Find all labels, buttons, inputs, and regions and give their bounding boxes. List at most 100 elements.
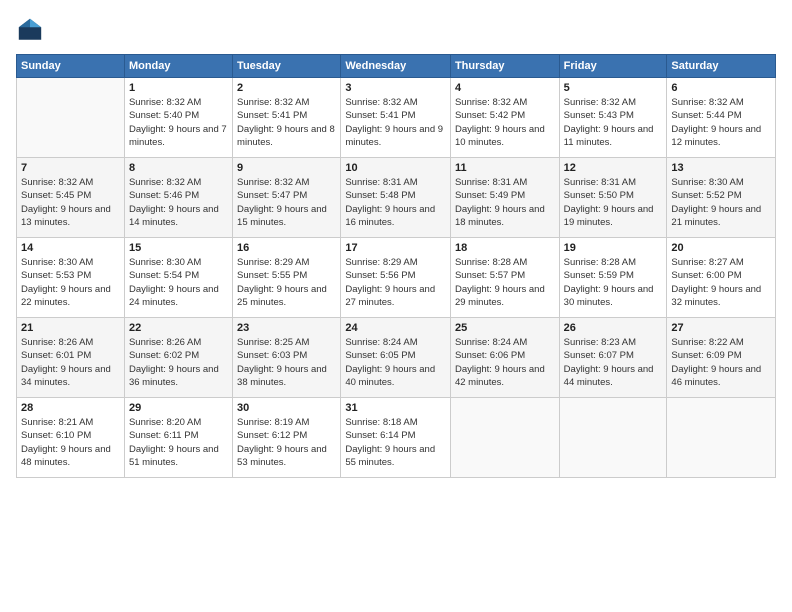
day-detail: Sunrise: 8:31 AMSunset: 5:49 PMDaylight:… [455,176,555,229]
week-row-4: 21 Sunrise: 8:26 AMSunset: 6:01 PMDayligh… [17,318,776,398]
page: SundayMondayTuesdayWednesdayThursdayFrid… [0,0,792,612]
weekday-header-saturday: Saturday [667,55,776,78]
calendar-cell: 4Sunrise: 8:32 AMSunset: 5:42 PMDaylight… [450,78,559,158]
day-number: 16 [237,242,336,254]
calendar-cell: 28 Sunrise: 8:21 AMSunset: 6:10 PMDayligh… [17,398,125,478]
day-detail: Sunrise: 8:27 AMSunset: 6:00 PMDaylight:… [671,256,771,309]
calendar-cell: 18 Sunrise: 8:28 AMSunset: 5:57 PMDayligh… [450,238,559,318]
day-detail: Sunrise: 8:31 AMSunset: 5:48 PMDaylight:… [345,176,446,229]
day-number: 18 [455,242,555,254]
calendar-cell: 5Sunrise: 8:32 AMSunset: 5:43 PMDaylight… [559,78,667,158]
day-number: 4 [455,82,555,94]
day-number: 8 [129,162,228,174]
day-number: 19 [564,242,663,254]
day-detail: Sunrise: 8:26 AMSunset: 6:02 PMDaylight:… [129,336,228,389]
day-number: 28 [21,402,120,414]
day-detail: Sunrise: 8:25 AMSunset: 6:03 PMDaylight:… [237,336,336,389]
calendar-cell: 8 Sunrise: 8:32 AMSunset: 5:46 PMDaylight… [124,158,232,238]
day-detail: Sunrise: 8:32 AMSunset: 5:40 PMDaylight:… [129,96,228,149]
calendar-cell: 29 Sunrise: 8:20 AMSunset: 6:11 PMDayligh… [124,398,232,478]
calendar-cell: 1 Sunrise: 8:32 AMSunset: 5:40 PMDaylight… [124,78,232,158]
day-detail: Sunrise: 8:24 AMSunset: 6:05 PMDaylight:… [345,336,446,389]
calendar-cell: 11 Sunrise: 8:31 AMSunset: 5:49 PMDayligh… [450,158,559,238]
day-number: 13 [671,162,771,174]
day-detail: Sunrise: 8:31 AMSunset: 5:50 PMDaylight:… [564,176,663,229]
day-detail: Sunrise: 8:29 AMSunset: 5:55 PMDaylight:… [237,256,336,309]
calendar-cell [667,398,776,478]
day-detail: Sunrise: 8:32 AMSunset: 5:43 PMDaylight:… [564,96,663,149]
day-detail: Sunrise: 8:32 AMSunset: 5:41 PMDaylight:… [345,96,446,149]
weekday-header-row: SundayMondayTuesdayWednesdayThursdayFrid… [17,55,776,78]
calendar-cell: 7 Sunrise: 8:32 AMSunset: 5:45 PMDaylight… [17,158,125,238]
day-number: 25 [455,322,555,334]
day-detail: Sunrise: 8:28 AMSunset: 5:59 PMDaylight:… [564,256,663,309]
day-number: 7 [21,162,120,174]
calendar-cell: 22 Sunrise: 8:26 AMSunset: 6:02 PMDayligh… [124,318,232,398]
day-detail: Sunrise: 8:32 AMSunset: 5:44 PMDaylight:… [671,96,771,149]
calendar-table: SundayMondayTuesdayWednesdayThursdayFrid… [16,54,776,478]
day-detail: Sunrise: 8:23 AMSunset: 6:07 PMDaylight:… [564,336,663,389]
day-number: 1 [129,82,228,94]
weekday-header-sunday: Sunday [17,55,125,78]
day-number: 17 [345,242,446,254]
day-number: 12 [564,162,663,174]
day-detail: Sunrise: 8:22 AMSunset: 6:09 PMDaylight:… [671,336,771,389]
day-number: 14 [21,242,120,254]
day-detail: Sunrise: 8:21 AMSunset: 6:10 PMDaylight:… [21,416,120,469]
day-number: 29 [129,402,228,414]
weekday-header-friday: Friday [559,55,667,78]
day-detail: Sunrise: 8:32 AMSunset: 5:47 PMDaylight:… [237,176,336,229]
day-detail: Sunrise: 8:30 AMSunset: 5:54 PMDaylight:… [129,256,228,309]
calendar-cell: 16 Sunrise: 8:29 AMSunset: 5:55 PMDayligh… [233,238,341,318]
day-number: 2 [237,82,336,94]
calendar-cell: 27 Sunrise: 8:22 AMSunset: 6:09 PMDayligh… [667,318,776,398]
calendar-cell: 23Sunrise: 8:25 AMSunset: 6:03 PMDayligh… [233,318,341,398]
calendar-cell: 17 Sunrise: 8:29 AMSunset: 5:56 PMDayligh… [341,238,451,318]
day-detail: Sunrise: 8:20 AMSunset: 6:11 PMDaylight:… [129,416,228,469]
day-number: 11 [455,162,555,174]
logo-icon [16,16,44,44]
calendar-cell [559,398,667,478]
calendar-cell [17,78,125,158]
calendar-cell: 10 Sunrise: 8:31 AMSunset: 5:48 PMDayligh… [341,158,451,238]
day-number: 15 [129,242,228,254]
calendar-cell: 3 Sunrise: 8:32 AMSunset: 5:41 PMDaylight… [341,78,451,158]
day-number: 27 [671,322,771,334]
calendar-cell: 15 Sunrise: 8:30 AMSunset: 5:54 PMDayligh… [124,238,232,318]
week-row-2: 7 Sunrise: 8:32 AMSunset: 5:45 PMDaylight… [17,158,776,238]
header [16,16,776,44]
day-number: 21 [21,322,120,334]
day-detail: Sunrise: 8:24 AMSunset: 6:06 PMDaylight:… [455,336,555,389]
weekday-header-monday: Monday [124,55,232,78]
day-number: 22 [129,322,228,334]
day-number: 31 [345,402,446,414]
calendar-cell [450,398,559,478]
calendar-cell: 31 Sunrise: 8:18 AMSunset: 6:14 PMDayligh… [341,398,451,478]
calendar-cell: 25 Sunrise: 8:24 AMSunset: 6:06 PMDayligh… [450,318,559,398]
day-detail: Sunrise: 8:19 AMSunset: 6:12 PMDaylight:… [237,416,336,469]
calendar-cell: 14 Sunrise: 8:30 AMSunset: 5:53 PMDayligh… [17,238,125,318]
calendar-cell: 21 Sunrise: 8:26 AMSunset: 6:01 PMDayligh… [17,318,125,398]
day-detail: Sunrise: 8:26 AMSunset: 6:01 PMDaylight:… [21,336,120,389]
week-row-3: 14 Sunrise: 8:30 AMSunset: 5:53 PMDayligh… [17,238,776,318]
day-detail: Sunrise: 8:30 AMSunset: 5:52 PMDaylight:… [671,176,771,229]
day-detail: Sunrise: 8:18 AMSunset: 6:14 PMDaylight:… [345,416,446,469]
day-number: 30 [237,402,336,414]
weekday-header-thursday: Thursday [450,55,559,78]
weekday-header-wednesday: Wednesday [341,55,451,78]
day-detail: Sunrise: 8:28 AMSunset: 5:57 PMDaylight:… [455,256,555,309]
calendar-cell: 30 Sunrise: 8:19 AMSunset: 6:12 PMDayligh… [233,398,341,478]
day-number: 3 [345,82,446,94]
day-number: 6 [671,82,771,94]
day-number: 20 [671,242,771,254]
weekday-header-tuesday: Tuesday [233,55,341,78]
calendar-cell: 6 Sunrise: 8:32 AMSunset: 5:44 PMDaylight… [667,78,776,158]
day-number: 9 [237,162,336,174]
day-detail: Sunrise: 8:30 AMSunset: 5:53 PMDaylight:… [21,256,120,309]
calendar-cell: 26Sunrise: 8:23 AMSunset: 6:07 PMDayligh… [559,318,667,398]
day-detail: Sunrise: 8:29 AMSunset: 5:56 PMDaylight:… [345,256,446,309]
day-number: 24 [345,322,446,334]
day-detail: Sunrise: 8:32 AMSunset: 5:46 PMDaylight:… [129,176,228,229]
day-number: 10 [345,162,446,174]
day-detail: Sunrise: 8:32 AMSunset: 5:45 PMDaylight:… [21,176,120,229]
